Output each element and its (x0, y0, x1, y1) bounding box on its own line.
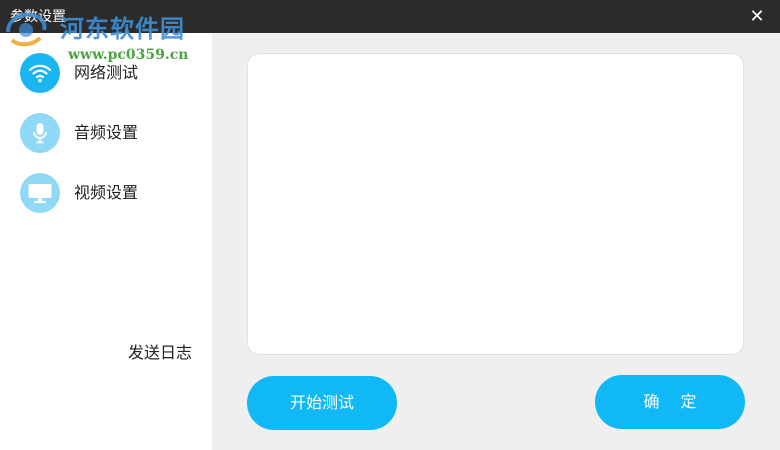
sidebar-item-video-settings[interactable]: 视频设置 (20, 173, 200, 213)
send-log-link[interactable]: 发送日志 (128, 343, 192, 363)
window-title: 参数设置 (10, 9, 66, 25)
sidebar-item-audio-settings[interactable]: 音频设置 (20, 113, 200, 153)
sidebar-item-network-test[interactable]: 网络测试 (20, 53, 200, 93)
wifi-icon (20, 53, 60, 93)
test-output-panel (247, 53, 744, 355)
sidebar: 网络测试 音频设置 视频设置 发送日志 (0, 33, 212, 450)
sidebar-item-label: 音频设置 (74, 123, 139, 142)
microphone-icon (20, 113, 60, 153)
title-bar: 参数设置 ✕ (0, 0, 780, 33)
sidebar-item-label: 网络测试 (74, 63, 139, 82)
confirm-button[interactable]: 确 定 (595, 375, 745, 429)
sidebar-item-label: 视频设置 (74, 183, 139, 202)
close-button[interactable]: ✕ (746, 6, 768, 28)
monitor-icon (20, 173, 60, 213)
start-test-button[interactable]: 开始测试 (247, 376, 397, 430)
close-icon: ✕ (749, 6, 765, 27)
